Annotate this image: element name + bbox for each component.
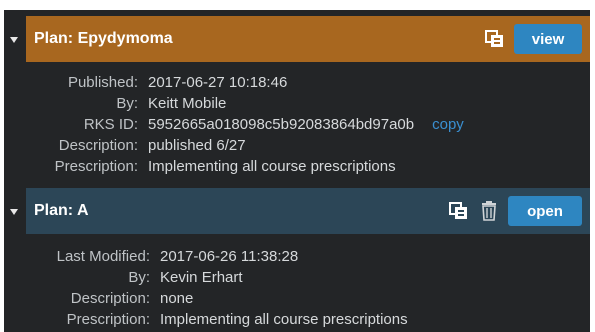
plan-header-epydymoma[interactable]: Plan: Epydymoma view — [26, 16, 590, 62]
detail-row-description: Description: none — [26, 288, 408, 309]
detail-label: Description: — [58, 137, 138, 154]
plan-title: Plan: A — [34, 202, 89, 219]
detail-label: By: — [116, 95, 138, 112]
view-button[interactable]: view — [514, 24, 582, 54]
plan-details-a: Last Modified: 2017-06-26 11:38:28 By: K… — [26, 246, 408, 330]
trash-icon[interactable] — [478, 200, 500, 222]
detail-value: none — [160, 290, 194, 307]
detail-row-published: Published: 2017-06-27 10:18:46 — [26, 72, 464, 93]
detail-label: By: — [128, 269, 150, 286]
detail-row-last-modified: Last Modified: 2017-06-26 11:38:28 — [26, 246, 408, 267]
detail-label: Prescription: — [54, 158, 138, 175]
detail-row-description: Description: published 6/27 — [26, 135, 464, 156]
detail-value: Kevin Erhart — [160, 269, 243, 286]
detail-label: Published: — [67, 74, 138, 91]
detail-label: Description: — [70, 290, 150, 307]
detail-row-by: By: Keitt Mobile — [26, 93, 464, 114]
detail-value: Implementing all course prescriptions — [148, 158, 396, 175]
caret-down-icon[interactable] — [10, 209, 18, 215]
detail-row-rks-id: RKS ID: 5952665a018098c5b92083864bd97a0b… — [26, 114, 464, 135]
plan-header-a[interactable]: Plan: A open — [26, 188, 590, 234]
detail-value: 2017-06-27 10:18:46 — [148, 74, 288, 91]
plan-details-epydymoma: Published: 2017-06-27 10:18:46 By: Keitt… — [26, 72, 464, 177]
screenshot-frame: Plan: Epydymoma view Published: 2017-06-… — [0, 0, 595, 332]
duplicate-icon[interactable] — [448, 200, 470, 222]
plan-title: Plan: Epydymoma — [34, 30, 173, 47]
copy-link[interactable]: copy — [432, 114, 464, 135]
detail-label: RKS ID: — [83, 116, 138, 133]
plans-panel: Plan: Epydymoma view Published: 2017-06-… — [4, 10, 590, 332]
detail-row-prescription: Prescription: Implementing all course pr… — [26, 309, 408, 330]
clipped-top-area — [0, 0, 595, 10]
open-button[interactable]: open — [508, 196, 582, 226]
detail-value: published 6/27 — [148, 137, 246, 154]
detail-row-by: By: Kevin Erhart — [26, 267, 408, 288]
duplicate-icon[interactable] — [484, 28, 506, 50]
detail-label: Prescription: — [66, 311, 150, 328]
detail-value: Keitt Mobile — [148, 95, 227, 112]
detail-label: Last Modified: — [56, 248, 150, 265]
detail-value: 5952665a018098c5b92083864bd97a0b — [148, 116, 415, 133]
caret-down-icon[interactable] — [10, 37, 18, 43]
detail-row-prescription: Prescription: Implementing all course pr… — [26, 156, 464, 177]
detail-value: 2017-06-26 11:38:28 — [160, 248, 299, 265]
detail-value: Implementing all course prescriptions — [160, 311, 408, 328]
